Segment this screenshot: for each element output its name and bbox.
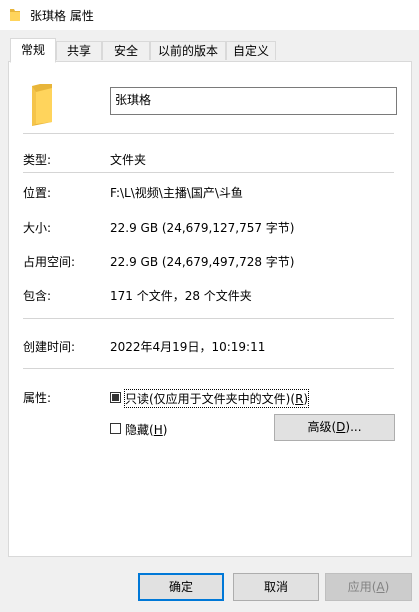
disk-size-label: 占用空间: (23, 255, 76, 269)
disk-size-value: 22.9 GB (24,679,497,728 字节) (110, 255, 295, 269)
divider (23, 318, 394, 319)
advanced-accel: D (336, 420, 346, 434)
readonly-checkbox-label[interactable]: 只读(仅应用于文件夹中的文件)(R) (123, 389, 310, 408)
attributes-label: 属性: (23, 391, 52, 405)
hidden-label-text: 隐藏 (125, 423, 150, 437)
advanced-label: 高级 (307, 420, 332, 434)
divider (23, 172, 394, 173)
type-value: 文件夹 (110, 153, 147, 167)
folder-name-input[interactable]: 张琪格 (110, 87, 397, 115)
size-label: 大小: (23, 221, 52, 235)
apply-button[interactable]: 应用(A) (325, 573, 412, 601)
ok-button[interactable]: 确定 (138, 573, 224, 601)
window-title: 张琪格 属性 (30, 9, 94, 23)
readonly-accel: R (295, 392, 304, 406)
hidden-accel: H (153, 423, 163, 437)
created-label: 创建时间: (23, 340, 76, 354)
advanced-suffix: ... (350, 420, 362, 434)
tab-customize-label: 自定义 (232, 44, 269, 58)
hidden-checkbox-label[interactable]: 隐藏(H) (125, 421, 167, 438)
title-bar[interactable]: 张琪格 属性 (0, 0, 419, 30)
type-label: 类型: (23, 153, 52, 167)
contains-label: 包含: (23, 289, 52, 303)
hidden-checkbox[interactable] (110, 423, 121, 434)
cancel-label: 取消 (263, 580, 288, 594)
tab-sharing[interactable]: 共享 (56, 41, 102, 60)
divider (23, 368, 394, 369)
divider (23, 133, 394, 134)
folder-icon (10, 9, 20, 21)
apply-accel: A (376, 580, 385, 594)
tab-security[interactable]: 安全 (102, 41, 150, 60)
readonly-label-text: 只读(仅应用于文件夹中的文件) (125, 392, 291, 406)
tab-general[interactable]: 常规 (10, 38, 56, 63)
contains-value: 171 个文件，28 个文件夹 (110, 289, 252, 303)
tab-customize[interactable]: 自定义 (226, 41, 276, 60)
readonly-checkbox[interactable] (110, 392, 121, 403)
size-value: 22.9 GB (24,679,127,757 字节) (110, 221, 295, 235)
apply-label: 应用 (347, 580, 372, 594)
tab-sharing-label: 共享 (66, 44, 91, 58)
folder-icon (32, 84, 52, 126)
tab-panel-general (8, 61, 412, 557)
ok-label: 确定 (168, 580, 193, 594)
tab-previous-versions[interactable]: 以前的版本 (150, 41, 226, 60)
cancel-button[interactable]: 取消 (233, 573, 319, 601)
created-value: 2022年4月19日，10:19:11 (110, 340, 266, 354)
properties-window: 张琪格 属性 常规 共享 安全 以前的版本 自定义 张琪格 类型: 文件夹 位置… (0, 0, 419, 612)
tab-previous-versions-label: 以前的版本 (157, 44, 218, 58)
tab-security-label: 安全 (113, 44, 138, 58)
advanced-button[interactable]: 高级(D)... (274, 414, 395, 441)
tab-general-label: 常规 (20, 43, 45, 57)
location-label: 位置: (23, 186, 52, 200)
location-value: F:\L\视频\主播\国产\斗鱼 (110, 186, 243, 200)
